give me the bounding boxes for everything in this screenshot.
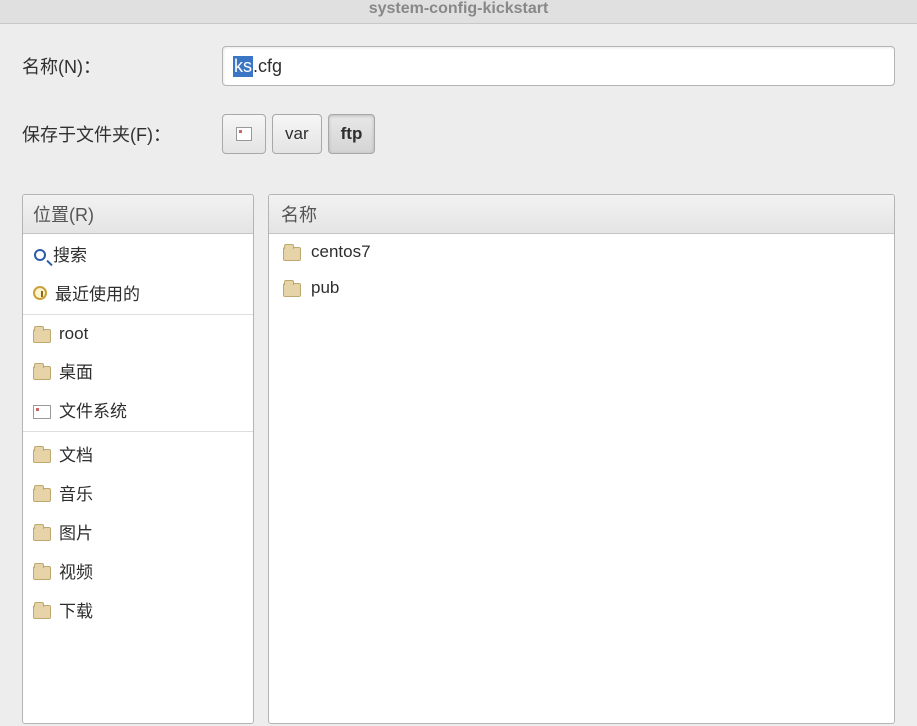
file-row[interactable]: centos7 [269,234,894,270]
separator [23,431,253,432]
places-panel: 位置(R) 搜索 最近使用的 root 桌面 文件系统 文档 [22,194,254,724]
column-name-header: 名称 [281,201,317,227]
folder-icon [33,566,51,580]
path-breadcrumb: var ftp [222,114,375,154]
folder-icon [33,329,51,343]
folder-label: 保存于文件夹(F)： [22,121,222,147]
place-videos[interactable]: 视频 [23,551,253,590]
place-label: 视频 [59,558,93,583]
place-label: root [59,324,88,344]
filename-row: 名称(N)： ks.cfg [22,46,895,86]
place-pictures[interactable]: 图片 [23,512,253,551]
file-name: pub [311,278,339,298]
place-label: 下载 [59,597,93,622]
place-label: 文件系统 [59,397,127,422]
place-downloads[interactable]: 下载 [23,590,253,629]
breadcrumb-ftp-button[interactable]: ftp [328,114,376,154]
place-label: 图片 [59,519,93,544]
folder-row: 保存于文件夹(F)： var ftp [22,114,895,154]
breadcrumb-root-button[interactable] [222,114,266,154]
place-root[interactable]: root [23,317,253,351]
place-label: 音乐 [59,480,93,505]
window-title: system-config-kickstart [369,0,549,17]
drive-icon [33,405,51,419]
filename-input[interactable]: ks.cfg [222,46,895,86]
place-music[interactable]: 音乐 [23,473,253,512]
place-search[interactable]: 搜索 [23,234,253,273]
filename-selected-text: ks [233,56,253,77]
window-titlebar: system-config-kickstart [0,0,917,24]
search-icon [34,249,46,261]
filelist-header[interactable]: 名称 [269,195,894,234]
place-desktop[interactable]: 桌面 [23,351,253,390]
filelist-panel: 名称 centos7 pub [268,194,895,724]
folder-icon [283,247,301,261]
form-area: 名称(N)： ks.cfg 保存于文件夹(F)： var ftp [0,24,917,194]
place-recent[interactable]: 最近使用的 [23,273,253,312]
filename-rest-text: .cfg [253,56,282,77]
folder-icon [33,488,51,502]
place-label: 桌面 [59,358,93,383]
separator [23,314,253,315]
folder-icon [33,366,51,380]
place-label: 文档 [59,441,93,466]
place-documents[interactable]: 文档 [23,434,253,473]
breadcrumb-var-button[interactable]: var [272,114,322,154]
folder-icon [33,527,51,541]
places-header[interactable]: 位置(R) [23,195,253,234]
filename-label: 名称(N)： [22,53,222,79]
place-label: 最近使用的 [55,280,140,305]
drive-icon [236,127,252,141]
place-label: 搜索 [53,241,87,266]
panels: 位置(R) 搜索 最近使用的 root 桌面 文件系统 文档 [0,194,917,724]
place-filesystem[interactable]: 文件系统 [23,390,253,429]
file-name: centos7 [311,242,371,262]
folder-icon [33,449,51,463]
folder-icon [33,605,51,619]
file-row[interactable]: pub [269,270,894,306]
clock-icon [33,286,47,300]
folder-icon [283,283,301,297]
